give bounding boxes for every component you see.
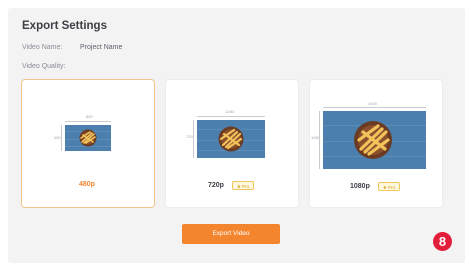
width-dimension-line	[197, 116, 265, 117]
width-dimension-label: 1920	[368, 101, 377, 106]
step-number-badge: 8	[433, 232, 452, 251]
video-preview-thumbnail	[197, 120, 265, 158]
resolution-label-1080p: 1080p	[350, 183, 370, 190]
resolution-label-480p: 480p	[79, 181, 95, 188]
video-preview-thumbnail	[323, 111, 426, 169]
pro-badge: ♛ Pro	[232, 181, 254, 190]
export-video-button[interactable]: Export Video	[182, 224, 280, 244]
crown-icon: ♛	[382, 185, 387, 190]
video-name-label: Video Name:	[22, 44, 63, 51]
quality-option-480p[interactable]: 852 480 480p	[22, 80, 154, 207]
width-dimension-label: 852	[86, 114, 93, 119]
screenshot-frame: Export Settings Video Name: Project Name…	[0, 0, 471, 271]
page-title: Export Settings	[22, 20, 107, 32]
fries-bowl-image	[354, 121, 392, 159]
video-quality-label: Video Quality:	[22, 63, 66, 70]
video-name-value: Project Name	[80, 44, 123, 51]
pro-badge: ♛ Pro	[378, 182, 400, 191]
resolution-label-720p: 720p	[208, 182, 224, 189]
fries-bowl-image	[79, 129, 97, 147]
height-dimension-line	[319, 111, 320, 169]
height-dimension-line	[193, 120, 194, 158]
crown-icon: ♛	[236, 184, 241, 189]
video-preview-thumbnail	[65, 125, 111, 151]
height-dimension-line	[61, 125, 62, 151]
width-dimension-line	[65, 121, 111, 122]
height-dimension-label: 480	[54, 135, 61, 140]
width-dimension-line	[323, 107, 426, 108]
width-dimension-label: 1280	[225, 109, 234, 114]
fries-bowl-image	[218, 126, 244, 152]
quality-option-1080p[interactable]: 1920 1080 1080p ♛ Pro	[310, 80, 442, 207]
height-dimension-label: 720	[186, 134, 193, 139]
quality-option-720p[interactable]: 1280 720 720p ♛ Pro	[166, 80, 298, 207]
